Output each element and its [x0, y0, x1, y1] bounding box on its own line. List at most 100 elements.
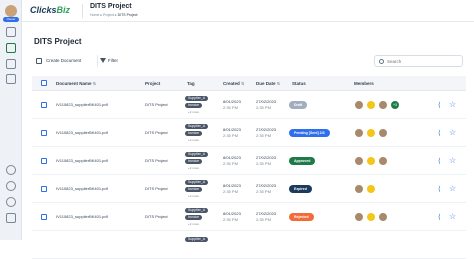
more-tags-link[interactable]: +2 more	[188, 166, 199, 170]
row-checkbox[interactable]	[41, 158, 47, 164]
due-time: 2:35 PM	[256, 105, 271, 110]
star-icon[interactable]: ☆	[449, 185, 456, 193]
created-date: 8/01/2023	[223, 183, 241, 188]
grid-icon[interactable]	[6, 27, 16, 37]
logout-icon[interactable]	[6, 213, 16, 223]
member-avatar[interactable]	[366, 156, 376, 166]
member-avatar[interactable]	[354, 128, 364, 138]
star-icon[interactable]: ☆	[449, 213, 456, 221]
member-avatar[interactable]	[354, 100, 364, 110]
row-checkbox[interactable]	[41, 186, 47, 192]
table-row[interactable]: IV110823_supplierBK401.pdf DITS Project …	[32, 91, 466, 119]
created-time: 2:35 PM	[223, 217, 238, 222]
more-tags-link[interactable]: +2 more	[188, 194, 199, 198]
breadcrumb: Home ▸ Project ▸ DITS Project	[90, 13, 138, 17]
tag-chip[interactable]: Invoice	[185, 187, 203, 192]
member-avatar[interactable]	[378, 212, 388, 222]
col-project: Project	[145, 81, 161, 86]
table-header: Document Name ⇅ Project Tag Created ⇅ Du…	[32, 76, 466, 91]
more-tags-link[interactable]: +2 more	[188, 110, 199, 114]
member-avatar[interactable]	[366, 212, 376, 222]
share-icon[interactable]: ⟨	[438, 158, 441, 165]
document-name[interactable]: IV110823_supplierBK401.pdf	[56, 186, 108, 191]
document-plus-icon	[36, 58, 42, 64]
help-icon[interactable]	[6, 197, 16, 207]
document-name[interactable]: IV110823_supplierBK401.pdf	[56, 102, 108, 107]
members-more-badge[interactable]: +3	[390, 100, 400, 110]
created-time: 2:35 PM	[223, 133, 238, 138]
col-due-date[interactable]: Due Date ⇅	[256, 81, 280, 86]
tag-chip[interactable]: Invoice	[185, 159, 203, 164]
more-tags-link[interactable]: +2 more	[188, 222, 199, 226]
project-name: DITS Project	[145, 130, 168, 135]
sidebar: Owner	[0, 0, 22, 240]
search-input[interactable]	[387, 57, 459, 66]
tag-chip[interactable]: Supplier_A	[185, 180, 209, 185]
star-icon[interactable]: ☆	[449, 129, 456, 137]
due-time: 2:35 PM	[256, 133, 271, 138]
table-row[interactable]: IV110823_supplierBK401.pdf DITS Project …	[32, 175, 466, 203]
row-checkbox[interactable]	[41, 102, 47, 108]
col-created[interactable]: Created ⇅	[223, 81, 244, 86]
tag-chip[interactable]: Invoice	[185, 215, 203, 220]
row-checkbox[interactable]	[41, 214, 47, 220]
member-avatar[interactable]	[354, 184, 364, 194]
toolbar: Create Document Filter	[32, 55, 466, 68]
tag-chip[interactable]: Supplier_A	[185, 96, 209, 101]
member-avatar[interactable]	[378, 128, 388, 138]
due-date: 27/02/2023	[256, 183, 277, 188]
member-avatar[interactable]	[366, 184, 376, 194]
share-icon[interactable]: ⟨	[438, 186, 441, 193]
star-icon[interactable]: ☆	[449, 101, 456, 109]
tag-chip[interactable]: Supplier_A	[185, 152, 209, 157]
member-avatar[interactable]	[378, 100, 388, 110]
table-row[interactable]: Supplier_A	[32, 231, 466, 259]
status-badge: Approved	[289, 157, 316, 165]
status-badge: Draft	[289, 101, 308, 109]
row-checkbox[interactable]	[41, 130, 47, 136]
tag-chip[interactable]: Invoice	[185, 131, 203, 136]
share-icon[interactable]: ⟨	[438, 214, 441, 221]
inbox-icon[interactable]	[6, 74, 16, 84]
folder-icon[interactable]	[6, 59, 16, 69]
breadcrumb-project[interactable]: Project	[103, 13, 114, 17]
tag-chip[interactable]: Invoice	[185, 103, 203, 108]
app-logo[interactable]: ClicksBiz	[30, 5, 70, 15]
member-avatar[interactable]	[378, 156, 388, 166]
document-name[interactable]: IV110823_supplierBK401.pdf	[56, 130, 108, 135]
more-tags-link[interactable]: +2 more	[188, 138, 199, 142]
member-avatar[interactable]	[366, 100, 376, 110]
tag-chip[interactable]: Supplier_A	[185, 124, 209, 129]
document-name[interactable]: IV110823_supplierBK401.pdf	[56, 214, 108, 219]
document-icon[interactable]	[6, 43, 16, 53]
breadcrumb-current: DITS Project	[117, 13, 138, 17]
create-document-button[interactable]: Create Document	[36, 55, 90, 67]
created-date: 8/01/2023	[223, 99, 241, 104]
search-box[interactable]	[374, 55, 463, 67]
breadcrumb-home[interactable]: Home	[90, 13, 99, 17]
col-tag: Tag	[187, 81, 195, 86]
settings-icon[interactable]	[6, 165, 16, 175]
document-name[interactable]: IV110823_supplierBK401.pdf	[56, 158, 108, 163]
col-document-name[interactable]: Document Name ⇅	[56, 81, 96, 86]
table-row[interactable]: IV110823_supplierBK401.pdf DITS Project …	[32, 147, 466, 175]
table-row[interactable]: IV110823_supplierBK401.pdf DITS Project …	[32, 203, 466, 231]
member-avatar[interactable]	[354, 212, 364, 222]
member-avatar[interactable]	[354, 156, 364, 166]
tag-chip[interactable]: Supplier_A	[185, 208, 209, 213]
share-icon[interactable]: ⟨	[438, 102, 441, 109]
select-all-checkbox[interactable]	[41, 80, 47, 86]
search-icon	[379, 59, 384, 64]
status-badge: Expired	[289, 185, 312, 193]
member-avatar[interactable]	[366, 128, 376, 138]
user-avatar[interactable]	[5, 5, 17, 17]
due-date: 27/02/2023	[256, 99, 277, 104]
cog-icon[interactable]	[6, 181, 16, 191]
created-date: 8/01/2023	[223, 127, 241, 132]
page-title: DITS Project	[34, 37, 82, 46]
table-row[interactable]: IV110823_supplierBK401.pdf DITS Project …	[32, 119, 466, 147]
filter-button[interactable]: Filter	[97, 55, 131, 67]
star-icon[interactable]: ☆	[449, 157, 456, 165]
share-icon[interactable]: ⟨	[438, 130, 441, 137]
due-time: 2:35 PM	[256, 217, 271, 222]
